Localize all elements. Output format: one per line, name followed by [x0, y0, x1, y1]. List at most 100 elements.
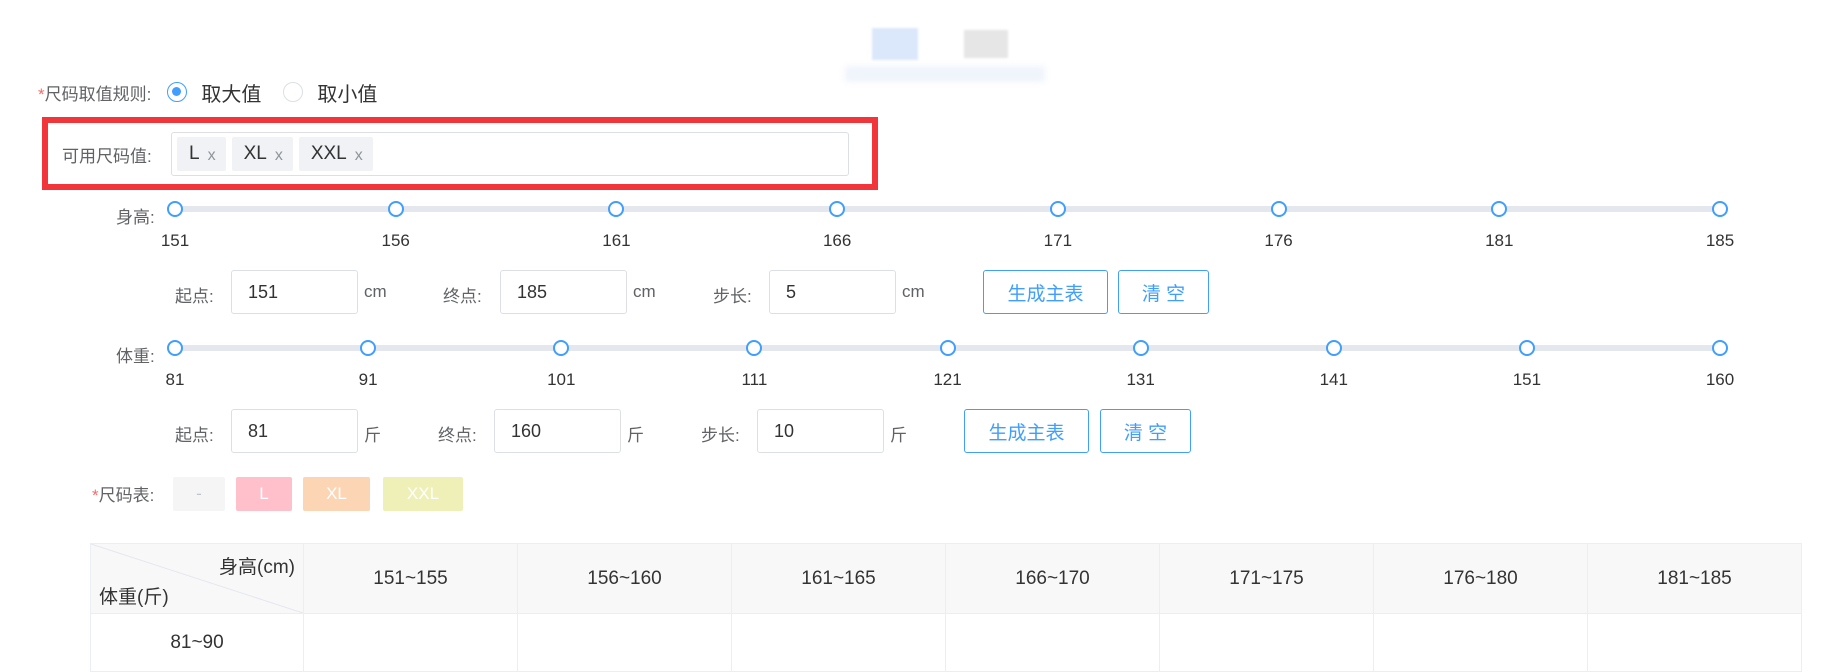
table-cell[interactable]: [1373, 613, 1588, 672]
table-cell[interactable]: [731, 613, 946, 672]
height-generate-button[interactable]: 生成主表: [983, 270, 1108, 314]
close-icon[interactable]: x: [208, 147, 216, 165]
height-clear-button[interactable]: 清 空: [1118, 270, 1209, 314]
height-slider-dot[interactable]: [1491, 201, 1508, 217]
weight-slider-tick-label: 141: [1319, 370, 1348, 389]
corner-top-label: 身高(cm): [219, 557, 295, 578]
size-tag-xxl: XXL x: [298, 137, 373, 171]
weight-slider-tick-label: 131: [1126, 370, 1155, 389]
table-row: 81~90: [90, 613, 1802, 672]
height-slider-dot[interactable]: [608, 201, 625, 217]
required-mark: *: [38, 84, 45, 104]
weight-slider-dot[interactable]: [1518, 340, 1535, 356]
size-tag-label: XXL: [310, 143, 347, 164]
height-slider-dot[interactable]: [167, 201, 183, 217]
table-column-header: 181~185: [1587, 543, 1802, 614]
weight-end-label: 终点:: [438, 426, 477, 445]
radio-take-max-label: 取大值: [201, 83, 262, 106]
table-column-header: 161~165: [731, 543, 946, 614]
height-start-input[interactable]: 151: [231, 270, 358, 314]
table-row-header: 81~90: [90, 613, 304, 672]
height-start-label: 起点:: [175, 287, 214, 306]
height-slider-tick-label: 166: [822, 231, 852, 250]
weight-slider-dot[interactable]: [360, 340, 377, 356]
height-slider-dot[interactable]: [1712, 201, 1728, 217]
weight-end-input[interactable]: 160: [494, 409, 621, 453]
close-icon[interactable]: x: [275, 147, 283, 165]
radio-take-max[interactable]: 取大值: [167, 78, 261, 107]
radio-take-min-label: 取小值: [317, 83, 378, 106]
size-tag-label: L: [189, 143, 200, 164]
table-column-header: 156~160: [517, 543, 732, 614]
size-tag-label: XL: [243, 143, 267, 164]
table-cell[interactable]: [517, 613, 732, 672]
available-sizes-input[interactable]: L x XL x XXL x: [171, 132, 849, 176]
height-end-label: 终点:: [443, 287, 482, 306]
weight-slider-dot[interactable]: [746, 340, 763, 356]
size-chip[interactable]: -: [173, 477, 225, 511]
height-slider-tick-label: 185: [1705, 231, 1735, 250]
table-column-header: 166~170: [945, 543, 1160, 614]
height-step-input[interactable]: 5: [769, 270, 896, 314]
height-step-label: 步长:: [713, 287, 752, 306]
height-slider-tick-label: 161: [602, 231, 631, 250]
height-end-unit: cm: [633, 282, 656, 301]
size-chip[interactable]: XL: [303, 477, 370, 511]
table-cell[interactable]: [1587, 613, 1802, 672]
table-cell[interactable]: [1159, 613, 1374, 672]
size-table: 身高(cm) 体重(斤) 151~155 156~160 161~165 166~17…: [90, 543, 1802, 672]
weight-slider-tick-label: 121: [933, 370, 962, 389]
required-mark: *: [92, 486, 99, 505]
weight-slider-dot[interactable]: [939, 340, 956, 356]
weight-slider-tick-label: 81: [165, 370, 185, 389]
height-end-input[interactable]: 185: [500, 270, 627, 314]
height-slider-tick-label: 171: [1043, 231, 1073, 250]
size-table-label-text: 尺码表:: [98, 486, 155, 505]
weight-slider-tick-label: 91: [358, 370, 378, 389]
height-slider-tick-label: 181: [1485, 231, 1514, 250]
radio-take-min[interactable]: 取小值: [283, 78, 377, 107]
weight-slider-tick-label: 101: [547, 370, 576, 389]
size-table-corner-cell: 身高(cm) 体重(斤): [90, 543, 304, 614]
size-tag-l: L x: [177, 137, 226, 171]
weight-start-input[interactable]: 81: [231, 409, 358, 453]
corner-bottom-label: 体重(斤): [99, 587, 169, 608]
weight-step-input[interactable]: 10: [757, 409, 884, 453]
size-chip[interactable]: L: [236, 477, 292, 511]
weight-slider-dot[interactable]: [1132, 340, 1149, 356]
height-slider-dot[interactable]: [387, 201, 404, 217]
height-slider-tick-label: 176: [1264, 231, 1293, 250]
weight-slider-tick-label: 160: [1705, 370, 1735, 389]
height-slider-tick-label: 156: [381, 231, 410, 250]
size-chip[interactable]: XXL: [383, 477, 463, 511]
weight-slider-dot[interactable]: [1325, 340, 1342, 356]
size-table-header-row: 身高(cm) 体重(斤) 151~155 156~160 161~165 166~17…: [90, 543, 1802, 614]
height-step-unit: cm: [902, 282, 925, 301]
blurred-header-block: [872, 28, 918, 60]
height-slider-dot[interactable]: [1049, 201, 1066, 217]
weight-end-unit: 斤: [627, 426, 644, 445]
height-slider-dot[interactable]: [829, 201, 846, 217]
table-cell[interactable]: [303, 613, 518, 672]
weight-slider-dot[interactable]: [1712, 340, 1728, 356]
height-slider-track[interactable]: [175, 206, 1720, 212]
height-slider-tick-label: 151: [160, 231, 190, 250]
size-rule-label: *尺码取值规则:: [38, 80, 151, 105]
table-cell[interactable]: [945, 613, 1160, 672]
height-slider-dot[interactable]: [1270, 201, 1287, 217]
size-rule-row: *尺码取值规则: 取大值 取小值: [38, 78, 399, 106]
radio-unchecked-icon[interactable]: [283, 82, 304, 102]
weight-start-unit: 斤: [364, 426, 381, 445]
radio-checked-icon[interactable]: [167, 82, 188, 102]
weight-step-unit: 斤: [890, 426, 907, 445]
weight-slider-dot[interactable]: [553, 340, 570, 356]
blurred-header-block: [964, 30, 1008, 58]
table-column-header: 151~155: [303, 543, 518, 614]
height-start-unit: cm: [364, 282, 387, 301]
size-rule-label-text: 尺码取值规则:: [44, 84, 152, 104]
weight-generate-button[interactable]: 生成主表: [964, 409, 1089, 453]
weight-slider-dot[interactable]: [167, 340, 183, 356]
close-icon[interactable]: x: [355, 147, 363, 165]
weight-clear-button[interactable]: 清 空: [1100, 409, 1191, 453]
blurred-header-block: [845, 66, 1045, 82]
